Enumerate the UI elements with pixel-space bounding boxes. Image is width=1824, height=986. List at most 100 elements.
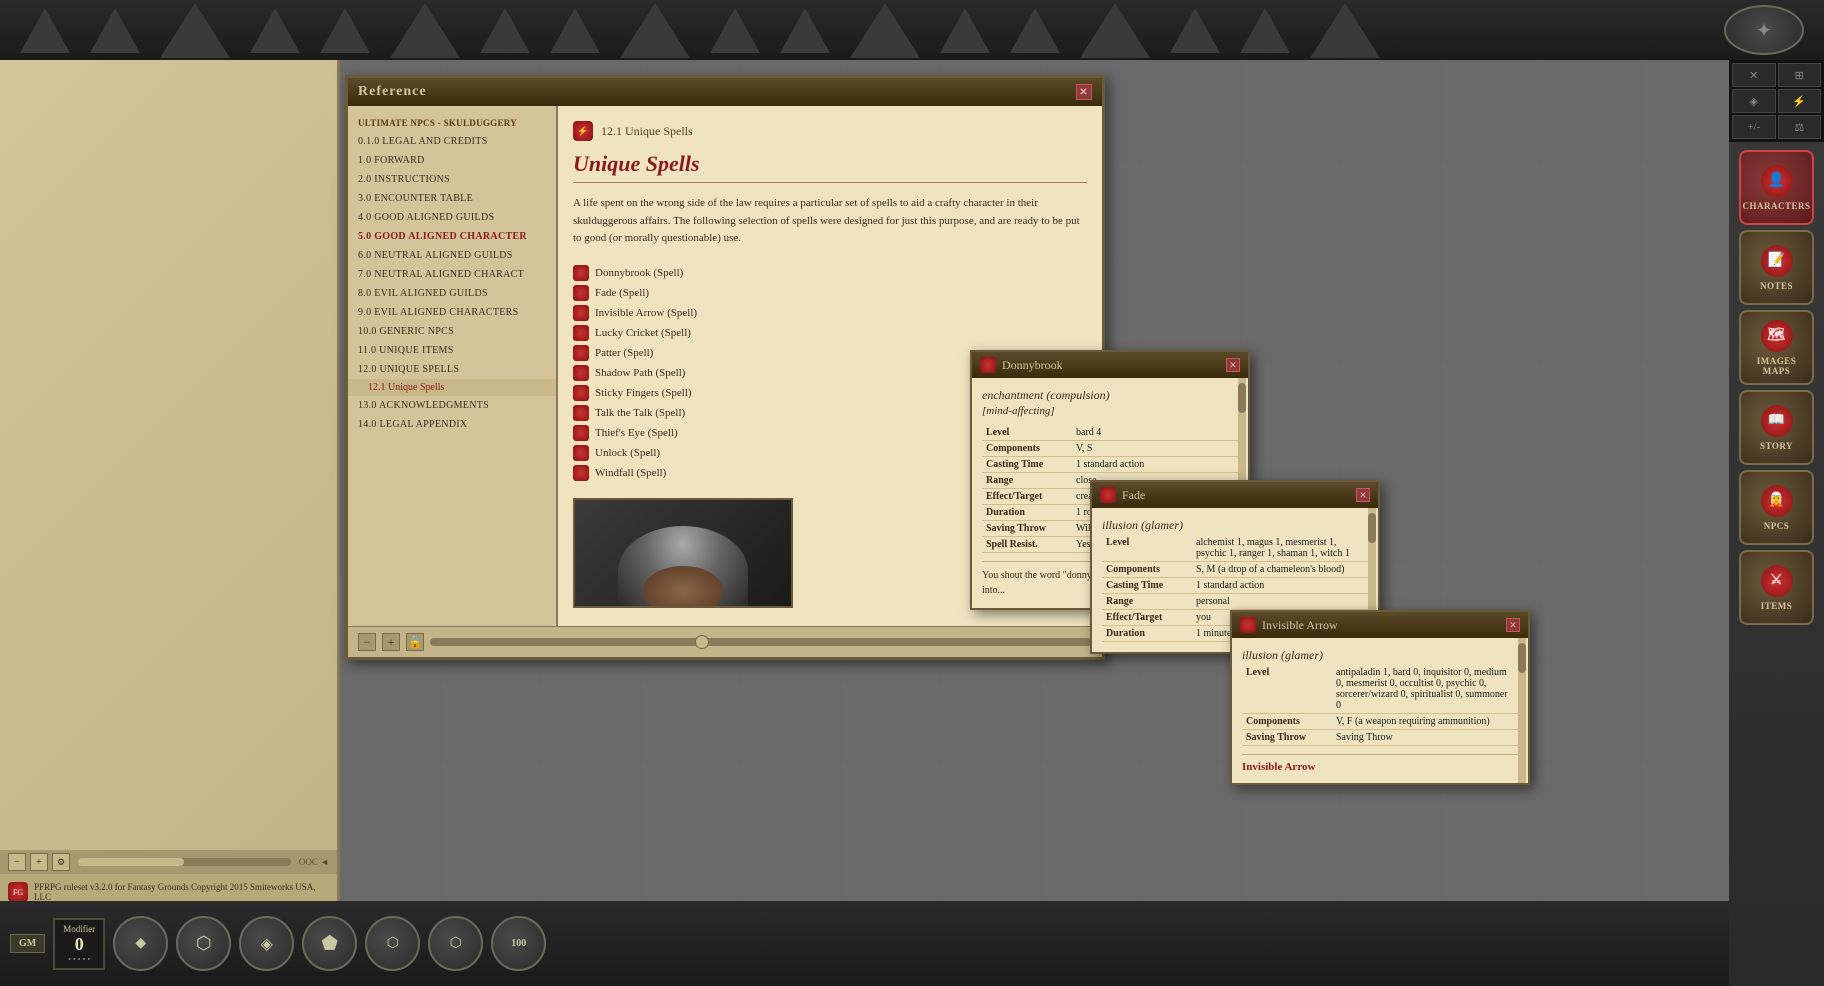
zoom-plus-button[interactable]: + xyxy=(382,633,400,651)
left-panel-controls: − + ⚙ OOC ◄ xyxy=(0,850,337,874)
stat-value-components: V, S xyxy=(1072,441,1238,457)
footer-text-1: PFRPG ruleset v3.2.0 for Fantasy Grounds… xyxy=(34,882,329,902)
zoom-slider-track[interactable] xyxy=(430,638,1092,646)
toc-item-140[interactable]: 14.0 LEGAL APPENDIX xyxy=(348,415,556,434)
dice-d20-button[interactable]: ⬡ xyxy=(428,916,483,971)
spell-item-lucky-cricket[interactable]: Lucky Cricket (Spell) xyxy=(573,323,1087,343)
zoom-slider-handle[interactable] xyxy=(695,635,709,649)
notes-icon: 📝 xyxy=(1761,245,1793,277)
sidebar-top-icon-5[interactable]: +/- xyxy=(1732,115,1776,139)
donnybrook-scrollbar-thumb[interactable] xyxy=(1238,383,1246,413)
reference-close-button[interactable]: ✕ xyxy=(1076,84,1092,100)
fade-value-casting: 1 standard action xyxy=(1192,578,1368,594)
notes-button[interactable]: 📝 NOTES xyxy=(1739,230,1814,305)
invisible-arrow-title-label: Invisible Arrow xyxy=(1262,618,1338,633)
ia-label-saving: Saving Throw xyxy=(1242,730,1332,746)
zoom-in-button[interactable]: + xyxy=(30,853,48,871)
donnybrook-close-button[interactable]: ✕ xyxy=(1226,358,1240,372)
story-label: STORY xyxy=(1760,441,1793,451)
ia-label-components: Components xyxy=(1242,714,1332,730)
ia-spell-name-label: Invisible Arrow xyxy=(1242,754,1518,773)
npcs-label: NPCs xyxy=(1764,521,1790,531)
logo-emblem: ✦ xyxy=(1724,5,1804,55)
spell-icon-11 xyxy=(573,465,589,481)
stat-label-level: Level xyxy=(982,425,1072,441)
toc-subitem-121[interactable]: 12.1 Unique Spells xyxy=(348,379,556,396)
spell-icon-8 xyxy=(573,405,589,421)
fade-type: illusion (glamer) xyxy=(1102,518,1368,533)
sidebar-top-icon-2[interactable]: ⊞ xyxy=(1778,63,1822,87)
dice-d12-button[interactable]: ⬡ xyxy=(365,916,420,971)
story-button[interactable]: 📖 STORY xyxy=(1739,390,1814,465)
ia-stat-level: Level antipaladin 1, bard 0, inquisitor … xyxy=(1242,665,1518,714)
toc-item-50[interactable]: 5.0 GOOD ALIGNED CHARACTER xyxy=(348,227,556,246)
zoom-lock-button[interactable]: 🔒 xyxy=(406,633,424,651)
triangle-6 xyxy=(390,3,460,58)
triangle-12 xyxy=(850,3,920,58)
dice-d6-button[interactable]: ⬡ xyxy=(176,916,231,971)
images-maps-button[interactable]: 🗺 IMAGESMAPS xyxy=(1739,310,1814,385)
ooc-label: OOC ◄ xyxy=(299,857,329,867)
stat-label-effect: Effect/Target xyxy=(982,489,1072,505)
reference-footer: − + 🔒 xyxy=(348,626,1102,657)
spell-item-fade[interactable]: Fade (Spell) xyxy=(573,283,1087,303)
fade-close-button[interactable]: ✕ xyxy=(1356,488,1370,502)
sidebar-top-icon-6[interactable]: ⚖ xyxy=(1778,115,1822,139)
donnybrook-title-label: Donnybrook xyxy=(1002,358,1063,373)
donnybrook-icon xyxy=(980,357,996,373)
fade-label-casting: Casting Time xyxy=(1102,578,1192,594)
story-icon: 📖 xyxy=(1761,405,1793,437)
ia-scrollbar-track[interactable] xyxy=(1518,638,1526,783)
sidebar-top-row-2: ◈ ⚡ xyxy=(1732,89,1821,113)
triangle-13 xyxy=(940,8,990,53)
ia-value-level: antipaladin 1, bard 0, inquisitor 0, med… xyxy=(1332,665,1518,714)
fade-scrollbar-thumb[interactable] xyxy=(1368,513,1376,543)
ia-value-components: V, F (a weapon requiring ammunition) xyxy=(1332,714,1518,730)
sidebar-top-icon-3[interactable]: ◈ xyxy=(1732,89,1776,113)
toc-item-120[interactable]: 12.0 UNIQUE SPELLS xyxy=(348,360,556,379)
sidebar-top-icon-1[interactable]: ✕ xyxy=(1732,63,1776,87)
toc-item-20[interactable]: 2.0 INSTRUCTIONS xyxy=(348,170,556,189)
toc-item-30[interactable]: 3.0 ENCOUNTER TABLE xyxy=(348,189,556,208)
toc-item-110[interactable]: 11.0 UNIQUE ITEMS xyxy=(348,341,556,360)
triangle-15 xyxy=(1080,3,1150,58)
dice-d100-button[interactable]: 100 xyxy=(491,916,546,971)
sidebar-top-icon-4[interactable]: ⚡ xyxy=(1778,89,1822,113)
dice-d10-button[interactable]: ⬟ xyxy=(302,916,357,971)
fade-label-range: Range xyxy=(1102,594,1192,610)
toc-item-80[interactable]: 8.0 EVIL ALIGNED GUILDS xyxy=(348,284,556,303)
spell-item-donnybrook[interactable]: Donnybrook (Spell) xyxy=(573,263,1087,283)
reference-titlebar: Reference ✕ xyxy=(348,78,1102,106)
npcs-button[interactable]: 🧝 NPCs xyxy=(1739,470,1814,545)
zoom-out-button[interactable]: − xyxy=(8,853,26,871)
invisible-arrow-title-area: Invisible Arrow xyxy=(1240,617,1338,633)
dice-d8-button[interactable]: ◈ xyxy=(239,916,294,971)
toc-item-01[interactable]: 0.1.0 LEGAL AND CREDITS xyxy=(348,132,556,151)
fade-label-effect: Effect/Target xyxy=(1102,610,1192,626)
toc-item-130[interactable]: 13.0 ACKNOWLEDGMENTS xyxy=(348,396,556,415)
toc-item-70[interactable]: 7.0 NEUTRAL ALIGNED CHARACT xyxy=(348,265,556,284)
npcs-icon: 🧝 xyxy=(1761,485,1793,517)
characters-button[interactable]: 👤 CHARACTERS xyxy=(1739,150,1814,225)
invisible-arrow-window: Invisible Arrow ✕ illusion (glamer) Leve… xyxy=(1230,610,1530,785)
fade-stat-level: Level alchemist 1, magus 1, mesmerist 1,… xyxy=(1102,535,1368,562)
section-id-label: 12.1 Unique Spells xyxy=(601,124,693,139)
zoom-minus-button[interactable]: − xyxy=(358,633,376,651)
content-main-title: Unique Spells xyxy=(573,151,1087,183)
toc-item-100[interactable]: 10.0 GENERIC NPCS xyxy=(348,322,556,341)
settings-button[interactable]: ⚙ xyxy=(52,853,70,871)
triangle-18 xyxy=(1310,3,1380,58)
toc-item-40[interactable]: 4.0 GOOD ALIGNED GUILDS xyxy=(348,208,556,227)
invisible-arrow-close-button[interactable]: ✕ xyxy=(1506,618,1520,632)
portrait-face xyxy=(643,566,723,606)
toc-item-90[interactable]: 9.0 EVIL ALIGNED CHARACTERS xyxy=(348,303,556,322)
items-button[interactable]: ⚔ ITEMS xyxy=(1739,550,1814,625)
ia-scrollbar-thumb[interactable] xyxy=(1518,643,1526,673)
spell-item-invisible-arrow[interactable]: Invisible Arrow (Spell) xyxy=(573,303,1087,323)
toc-item-10[interactable]: 1.0 FORWARD xyxy=(348,151,556,170)
toc-item-60[interactable]: 6.0 NEUTRAL ALIGNED GUILDS xyxy=(348,246,556,265)
triangle-4 xyxy=(250,8,300,53)
triangle-1 xyxy=(20,8,70,53)
dice-d4-button[interactable]: ◆ xyxy=(113,916,168,971)
fade-label-duration: Duration xyxy=(1102,626,1192,642)
